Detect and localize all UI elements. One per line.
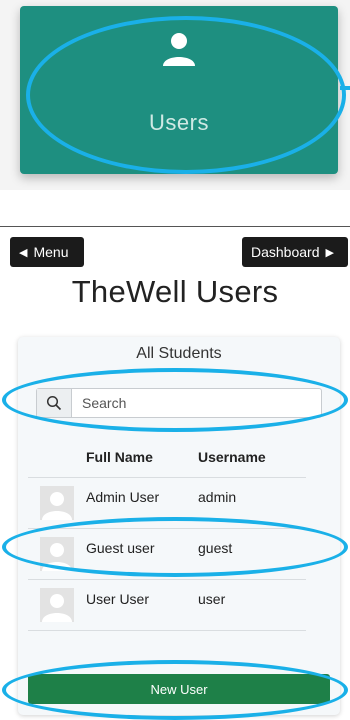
full-name-header: Full Name bbox=[86, 449, 153, 465]
table-header: Full Name Username bbox=[28, 437, 306, 478]
students-table: Full Name Username Admin User admin Gues… bbox=[28, 437, 306, 631]
username-cell: guest bbox=[198, 540, 233, 556]
new-user-button[interactable]: New User bbox=[28, 674, 330, 704]
menu-button[interactable]: ◀ Menu bbox=[10, 237, 84, 267]
dashboard-button[interactable]: Dashboard ▶ bbox=[242, 237, 348, 267]
avatar-placeholder-icon bbox=[42, 594, 72, 622]
top-section: Users bbox=[0, 0, 350, 190]
username-cell: admin bbox=[198, 489, 237, 505]
avatar-placeholder-icon bbox=[42, 543, 72, 571]
table-row[interactable]: User User user bbox=[28, 580, 306, 631]
menu-button-label: Menu bbox=[33, 244, 69, 260]
caret-right-icon: ▶ bbox=[325, 246, 334, 259]
search-input[interactable] bbox=[72, 389, 321, 417]
avatar-placeholder-icon bbox=[42, 492, 72, 520]
page-title: TheWell Users bbox=[71, 274, 279, 309]
users-tile[interactable]: Users bbox=[20, 6, 338, 174]
divider bbox=[0, 226, 350, 227]
avatar-cell bbox=[28, 478, 86, 520]
table-row[interactable]: Admin User admin bbox=[28, 478, 306, 529]
search-box bbox=[36, 388, 322, 418]
highlight-connector bbox=[340, 86, 350, 90]
avatar-cell bbox=[28, 580, 86, 622]
full-name-cell: User User bbox=[86, 591, 150, 607]
user-icon bbox=[163, 33, 195, 66]
full-name-cell: Admin User bbox=[86, 489, 160, 505]
search-icon[interactable] bbox=[37, 389, 72, 417]
dashboard-button-label: Dashboard bbox=[251, 244, 320, 260]
avatar bbox=[40, 588, 74, 622]
avatar-cell bbox=[28, 529, 86, 571]
tile-label: Users bbox=[149, 110, 209, 135]
students-panel: All Students Full Name Username bbox=[18, 337, 340, 715]
avatar bbox=[40, 537, 74, 571]
panel-title: All Students bbox=[136, 345, 222, 362]
username-cell: user bbox=[198, 591, 226, 607]
full-name-cell: Guest user bbox=[86, 540, 155, 556]
caret-left-icon: ◀ bbox=[19, 246, 28, 259]
username-header: Username bbox=[198, 449, 266, 465]
table-row[interactable]: Guest user guest bbox=[28, 529, 306, 580]
avatar bbox=[40, 486, 74, 520]
